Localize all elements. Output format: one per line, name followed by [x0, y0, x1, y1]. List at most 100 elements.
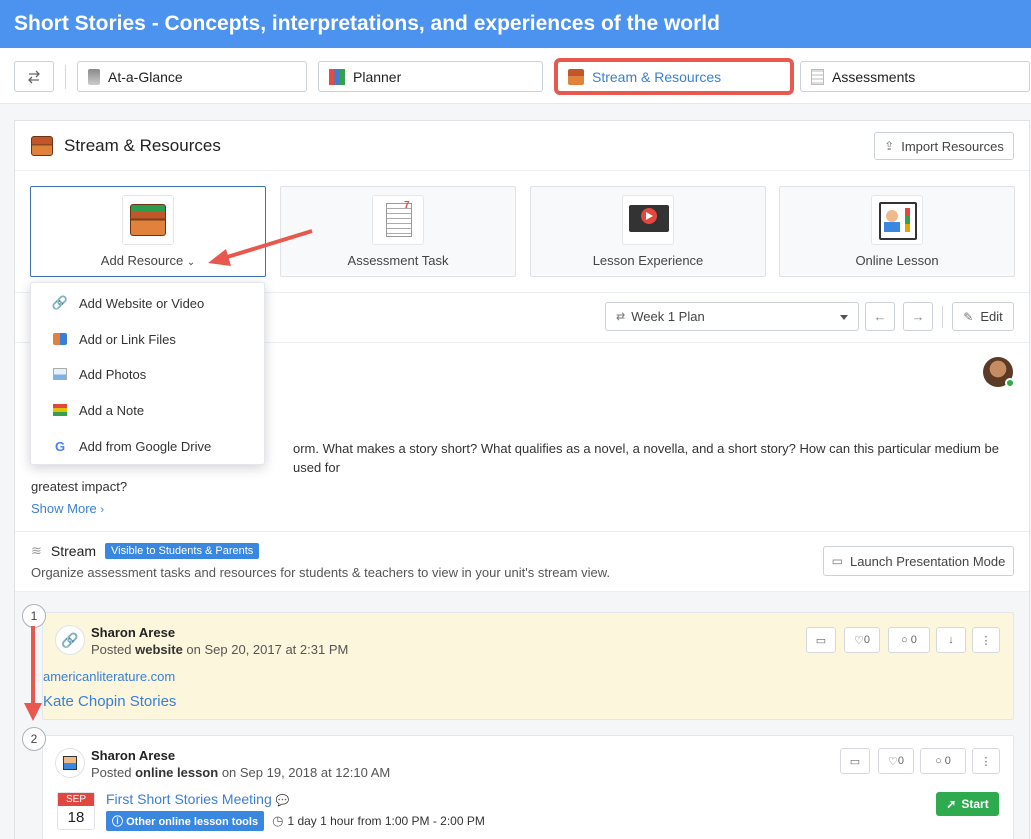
online-lesson-card[interactable]: Online Lesson	[779, 186, 1015, 277]
previous-week-button[interactable]: ←	[865, 302, 895, 331]
start-button[interactable]: ➚ Start	[936, 792, 999, 816]
tab-label: Stream & Resources	[592, 68, 722, 85]
arrow-right-icon: →	[911, 309, 925, 324]
import-icon: ⇪	[884, 139, 895, 153]
move-down-button[interactable]: ↓	[936, 627, 966, 653]
link-icon: 🔗	[51, 295, 69, 310]
menu-item-add-note[interactable]: Add a Note	[31, 392, 264, 428]
resource-title-link[interactable]: Kate Chopin Stories	[43, 693, 176, 710]
present-post-button[interactable]: ▭	[806, 627, 836, 653]
import-resources-button[interactable]: ⇪ Import Resources	[874, 132, 1014, 160]
edit-button[interactable]: ✎ Edit	[952, 302, 1014, 331]
presentation-icon: ▭	[831, 554, 843, 568]
post-number: 2	[22, 727, 46, 751]
stream-post: Sharon Arese Posted online lesson on Sep…	[42, 735, 1014, 839]
tab-assessments[interactable]: Assessments	[800, 61, 1030, 92]
heart-icon: ♡	[854, 634, 864, 647]
comment-icon: ○	[901, 634, 908, 646]
assessment-task-label: Assessment Task	[347, 253, 449, 268]
visibility-badge: Visible to Students & Parents	[105, 543, 260, 559]
presentation-icon: ▭	[815, 634, 827, 647]
link-icon: 🔗	[55, 625, 85, 655]
add-resource-dropdown: 🔗 Add Website or Video Add or Link Files…	[30, 282, 265, 465]
question-icon: ⓘ	[112, 816, 123, 828]
tab-planner[interactable]: Planner	[318, 61, 543, 92]
heart-icon: ♡	[888, 755, 898, 768]
checklist-icon: 7	[372, 195, 424, 245]
edit-label: Edit	[980, 309, 1003, 324]
post-number: 1	[22, 604, 46, 628]
top-bar: Short Stories - Concepts, interpretation…	[0, 0, 1031, 48]
tab-at-a-glance[interactable]: At-a-Glance	[77, 61, 307, 92]
more-vertical-icon: ⋮	[980, 634, 992, 647]
calendar-day: 18	[67, 809, 85, 826]
tab-stream-resources[interactable]: Stream & Resources	[557, 61, 791, 92]
treasure-chest-icon	[122, 195, 174, 245]
lesson-info: ⓘ Other online lesson tools ◷ 1 day 1 ho…	[106, 811, 485, 831]
pencil-icon: ✎	[963, 309, 974, 324]
calendar-month: SEP	[58, 793, 94, 806]
tab-label: Assessments	[832, 68, 916, 85]
comment-button[interactable]: ○ 0	[920, 748, 966, 774]
user-avatar[interactable]	[983, 357, 1015, 388]
swap-arrows-icon: ⇄	[616, 311, 626, 323]
lesson-title-link[interactable]: First Short Stories Meeting 💬	[106, 791, 289, 807]
swap-arrows-icon	[28, 70, 40, 83]
comment-count: 0	[944, 755, 951, 767]
toggle-sidebar-button[interactable]	[14, 61, 54, 92]
stream-title: Stream	[50, 543, 97, 559]
lesson-experience-card[interactable]: Lesson Experience	[530, 186, 766, 277]
treasure-chest-icon	[568, 68, 584, 85]
tab-label: At-a-Glance	[108, 68, 183, 85]
tab-row: At-a-Glance Planner Stream & Resources A…	[0, 48, 1031, 104]
comment-button[interactable]: ○ 0	[888, 627, 930, 653]
like-button[interactable]: ♡ 0	[844, 627, 880, 653]
treasure-chest-icon	[31, 136, 53, 156]
post-meta: Posted website on Sep 20, 2017 at 2:31 P…	[91, 642, 349, 657]
note-icon	[51, 402, 69, 418]
divider	[15, 531, 1029, 532]
calendar-date: SEP 18	[57, 792, 95, 830]
add-resource-card[interactable]: Add Resource ⌄	[30, 186, 266, 277]
like-count: 0	[863, 634, 870, 646]
week-select-value: Week 1 Plan	[631, 309, 705, 324]
chat-bubble-icon: 💬	[275, 795, 290, 807]
more-options-button[interactable]: ⋮	[972, 627, 1000, 653]
stream-resources-panel: Stream & Resources ⇪ Import Resources Ad…	[14, 120, 1030, 839]
arrow-left-icon: ←	[873, 309, 887, 324]
menu-item-add-photos[interactable]: Add Photos	[31, 356, 264, 392]
next-week-button[interactable]: →	[903, 302, 933, 331]
more-options-button[interactable]: ⋮	[972, 748, 1000, 774]
description-line: greatest impact?	[31, 479, 128, 494]
chevron-right-icon: ›	[100, 504, 105, 516]
launch-presentation-button[interactable]: ▭ Launch Presentation Mode	[823, 546, 1014, 576]
post-meta: Posted online lesson on Sep 19, 2018 at …	[91, 765, 391, 780]
tab-label: Planner	[353, 68, 402, 85]
like-button[interactable]: ♡ 0	[878, 748, 914, 774]
divider	[942, 306, 943, 328]
rocket-icon: ➚	[946, 797, 957, 811]
online-lesson-label: Online Lesson	[855, 253, 939, 268]
post-author: Sharon Arese	[91, 625, 176, 640]
menu-item-add-files[interactable]: Add or Link Files	[31, 321, 264, 357]
lesson-tool-badge: ⓘ Other online lesson tools	[106, 811, 265, 831]
document-icon	[88, 68, 100, 85]
show-more-link[interactable]: Show More ›	[31, 501, 104, 516]
online-lesson-icon	[55, 748, 85, 778]
bar-chart-icon	[329, 68, 345, 85]
add-resource-label: Add Resource ⌄	[100, 253, 196, 268]
caret-down-icon	[840, 315, 848, 320]
comment-count: 0	[910, 634, 917, 646]
checklist-icon	[811, 68, 824, 85]
stream-subtitle: Organize assessment tasks and resources …	[31, 565, 611, 580]
comment-icon: ○	[935, 755, 942, 767]
menu-item-add-website[interactable]: 🔗 Add Website or Video	[31, 285, 264, 321]
assessment-task-card[interactable]: 7 Assessment Task	[280, 186, 516, 277]
present-post-button[interactable]: ▭	[840, 748, 870, 774]
arrow-down-icon: ↓	[948, 634, 954, 646]
week-select[interactable]: ⇄ Week 1 Plan	[605, 302, 859, 331]
clock-icon: ◷	[272, 813, 284, 828]
menu-item-google-drive[interactable]: G Add from Google Drive	[31, 428, 264, 464]
lesson-duration: 1 day 1 hour from 1:00 PM - 2:00 PM	[287, 814, 485, 828]
resource-domain[interactable]: americanliterature.com	[43, 669, 175, 684]
